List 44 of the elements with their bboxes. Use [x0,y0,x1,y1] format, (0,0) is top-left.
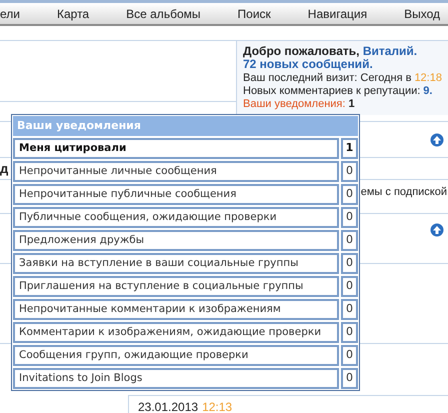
reputation-count[interactable]: 9. [423,85,432,98]
notification-item[interactable]: Сообщения групп, ожидающие проверки [13,345,339,366]
notification-item[interactable]: Непрочитанные публичные сообщения [13,184,339,205]
post-date: 23.01.2013 [138,399,198,413]
scroll-up-icon[interactable] [430,132,444,146]
notification-item[interactable]: Комментарии к изображениям, ожидающие проверки [13,322,339,343]
subscription-text: емы с подпиской [360,185,447,200]
notification-count: 0 [341,322,358,343]
new-messages-link[interactable]: 72 новых сообщений. [243,57,373,71]
notification-count: 0 [341,230,358,251]
notifications-count: 1 [348,98,355,111]
last-visit-time: 12:18 [414,72,442,85]
notifications-link[interactable]: Ваши уведомления: [243,98,346,111]
nav-link[interactable]: Навигация [308,4,368,22]
section-heading-fragment: д [0,160,8,178]
last-visit-label: Ваш последний визит: Сегодня в [243,72,412,85]
reputation-label: Новых комментариев к репутации: [243,85,420,98]
nav-link[interactable]: Поиск [238,4,271,22]
nav-link[interactable]: Все альбомы [126,4,200,22]
user-link[interactable]: Виталий. [362,44,418,58]
post-time: 12:13 [202,399,232,413]
notification-count: 0 [341,368,358,389]
notification-item[interactable]: Invitations to Join Blogs [13,368,339,389]
scroll-up-icon[interactable] [430,222,444,236]
popup-title: Ваши уведомления [13,116,358,136]
notification-count: 0 [341,161,358,182]
notification-count: 0 [341,207,358,228]
notification-item[interactable]: Приглашения на вступление в социальные группы [13,276,339,297]
welcome-text: Добро пожаловать, Виталий. [243,45,418,58]
notification-count: 0 [341,345,358,366]
nav-link[interactable]: Выход [404,4,440,22]
notification-item[interactable]: Публичные сообщения, ожидающие проверки [13,207,339,228]
notification-item[interactable]: Непрочитанные личные сообщения [13,161,339,182]
notification-count: 0 [341,276,358,297]
notification-item[interactable]: Непрочитанные комментарии к изображениям [13,299,339,320]
notification-count: 1 [341,138,358,159]
nav-link[interactable]: ели [0,4,20,22]
notification-item[interactable]: Заявки на вступление в ваши социальные группы [13,253,339,274]
notification-count: 0 [341,184,358,205]
notification-count: 0 [341,253,358,274]
notification-item[interactable]: Меня цитировали [13,138,339,159]
notification-item[interactable]: Предложения дружбы [13,230,339,251]
notification-count: 0 [341,299,358,320]
nav-link[interactable]: Карта [57,4,90,22]
